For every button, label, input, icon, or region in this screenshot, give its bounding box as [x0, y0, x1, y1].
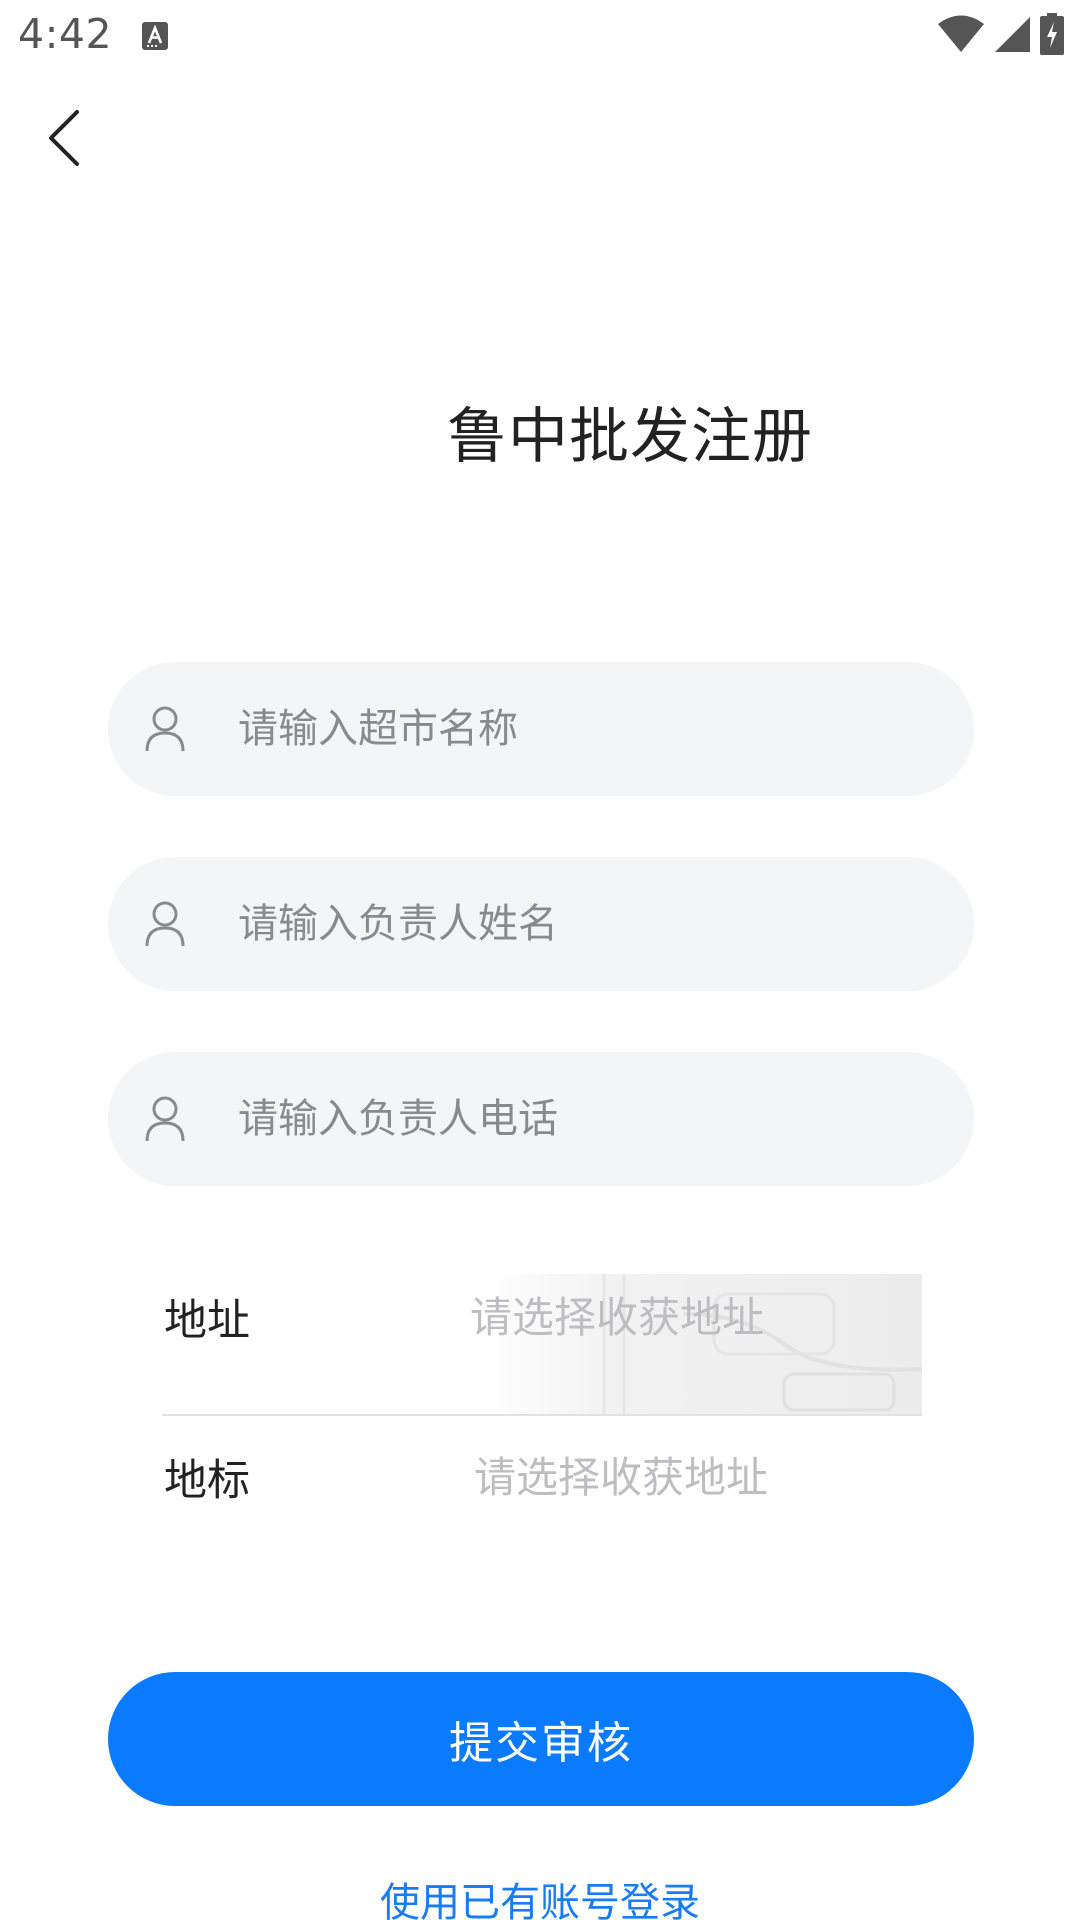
user-icon: [144, 705, 186, 753]
store-name-input[interactable]: [238, 662, 928, 796]
keyboard-a-icon: [142, 22, 168, 50]
login-existing-account-link[interactable]: 使用已有账号登录: [0, 1870, 1080, 1920]
user-icon: [144, 1095, 186, 1143]
status-time: 4:42: [18, 10, 113, 58]
store-name-field[interactable]: [108, 662, 974, 796]
chevron-left-icon: [49, 110, 79, 166]
contact-name-field[interactable]: [108, 857, 974, 991]
contact-phone-input[interactable]: [238, 1052, 928, 1186]
contact-name-input[interactable]: [238, 857, 928, 991]
page-title: 鲁中批发注册: [447, 402, 813, 472]
landmark-picker[interactable]: 请选择收获地址: [474, 1444, 768, 1505]
divider: [162, 1414, 922, 1416]
contact-phone-field[interactable]: [108, 1052, 974, 1186]
wifi-icon: [938, 15, 984, 57]
landmark-label: 地标: [164, 1456, 250, 1506]
user-icon: [144, 900, 186, 948]
battery-charging-icon: [1040, 13, 1064, 59]
status-icons: [938, 13, 1064, 59]
back-button[interactable]: [42, 104, 86, 172]
signal-icon: [994, 15, 1030, 57]
register-screen: 4:42 鲁中批发注册 请输入超市名称 请输入负责人姓名 请输入负责人电话 地址…: [0, 0, 1080, 1920]
submit-review-button[interactable]: 提交审核: [108, 1672, 974, 1806]
address-label: 地址: [164, 1296, 250, 1346]
status-bar: 4:42: [0, 0, 1080, 72]
address-picker[interactable]: 请选择收获地址: [470, 1284, 764, 1345]
